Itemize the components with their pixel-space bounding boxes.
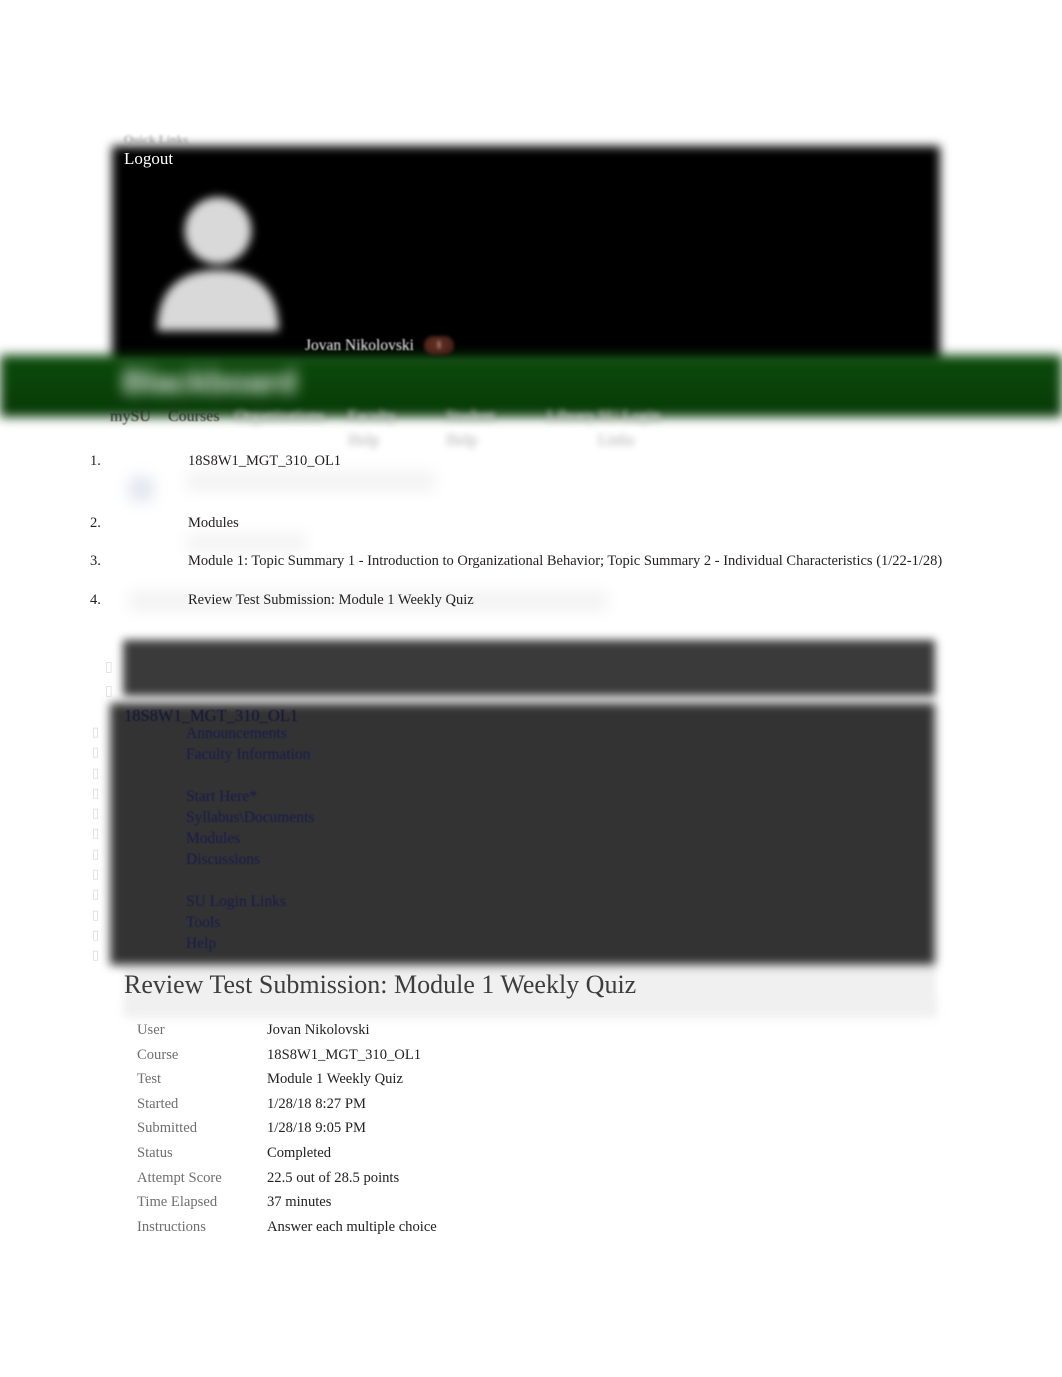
menu-link-announcements[interactable]: Announcements (186, 723, 314, 744)
detail-label: Time Elapsed (137, 1194, 218, 1211)
page-title: Review Test Submission: Module 1 Weekly … (124, 970, 637, 999)
course-menu-header-icons: ▯ ▯ (105, 655, 113, 703)
breadcrumb-label[interactable]: 18S8W1_MGT_310_OL1 (90, 452, 970, 472)
menu-bullet-icon: ▯ (92, 785, 100, 801)
quick-links-strip: Quick Links Logout (124, 133, 424, 169)
nav-item-library[interactable]: Library (547, 405, 603, 429)
logout-link[interactable]: Logout (124, 149, 173, 168)
table-row: Instructions Answer each multiple choice (137, 1215, 437, 1240)
global-nav: mySU Courses Organizations Faculty Help … (110, 405, 760, 453)
detail-label: Attempt Score (137, 1169, 222, 1186)
detail-label: User (137, 1022, 165, 1038)
breadcrumb-number: 4. (90, 591, 101, 608)
detail-label: Submitted (137, 1120, 197, 1137)
breadcrumb-label[interactable]: Module 1: Topic Summary 1 - Introduction… (90, 552, 970, 572)
menu-bullet-icon: ▯ (92, 948, 100, 964)
detail-value: Module 1 Weekly Quiz (267, 1071, 403, 1088)
nav-item-student-help[interactable]: Student Help (446, 405, 518, 453)
table-row: Course 18S8W1_MGT_310_OL1 (137, 1043, 437, 1068)
menu-refresh-icon[interactable]: ▯ (105, 679, 113, 703)
menu-bullet-icon: ▯ (92, 867, 100, 883)
menu-link-help[interactable]: Help (186, 933, 314, 954)
menu-bullet-icon: ▯ (92, 927, 100, 943)
detail-value: 18S8W1_MGT_310_OL1 (267, 1046, 422, 1063)
table-row: Time Elapsed 37 minutes (137, 1190, 437, 1215)
menu-bullet-icon: ▯ (92, 826, 100, 842)
menu-bullet-icon: ▯ (92, 806, 100, 822)
menu-toggle-icon[interactable]: ▯ (105, 655, 113, 679)
table-row: Test Module 1 Weekly Quiz (137, 1067, 437, 1092)
blackboard-logo: Blackboard (122, 363, 297, 400)
submission-details-table: User Jovan Nikolovski Course 18S8W1_MGT_… (137, 1018, 437, 1239)
table-row: Started 1/28/18 8:27 PM (137, 1092, 437, 1117)
table-row: Attempt Score 22.5 out of 28.5 points (137, 1166, 437, 1191)
detail-label: Test (137, 1071, 162, 1088)
breadcrumb-label[interactable]: Review Test Submission: Module 1 Weekly … (90, 591, 970, 611)
course-menu-links: Announcements Faculty Information Start … (186, 723, 314, 954)
menu-link-tools[interactable]: Tools (186, 912, 314, 933)
table-row: User Jovan Nikolovski (137, 1018, 437, 1043)
detail-value: Jovan Nikolovski (267, 1022, 370, 1038)
detail-value: 1/28/18 9:05 PM (267, 1120, 366, 1137)
detail-label: Status (137, 1144, 173, 1161)
breadcrumb-item[interactable]: 4. Review Test Submission: Module 1 Week… (90, 591, 970, 611)
menu-bullet-icon: ▯ (92, 887, 100, 903)
user-avatar-icon (139, 185, 297, 337)
table-row: Submitted 1/28/18 9:05 PM (137, 1116, 437, 1141)
detail-value: 37 minutes (267, 1194, 332, 1211)
menu-bullet-icon: ▯ (92, 725, 100, 740)
breadcrumb-item[interactable]: 1. 18S8W1_MGT_310_OL1 (90, 452, 970, 472)
nav-item-su-login-links[interactable]: SU Login Links (598, 405, 698, 453)
quick-links-label: Quick Links (124, 133, 189, 147)
notification-badge[interactable]: 1 (424, 336, 454, 355)
breadcrumb-item[interactable]: 3. Module 1: Topic Summary 1 - Introduct… (90, 552, 970, 572)
menu-link-discussions[interactable]: Discussions (186, 849, 314, 870)
menu-bullet-icon: ▯ (92, 765, 100, 781)
menu-bullet-icon: ▯ (92, 745, 100, 761)
detail-value: Answer each multiple choice (267, 1218, 437, 1235)
breadcrumb-number: 1. (90, 453, 101, 469)
menu-bullet-icon: ▯ (92, 846, 100, 862)
table-row: Status Completed (137, 1141, 437, 1166)
detail-label: Course (137, 1046, 179, 1063)
detail-value: 1/28/18 8:27 PM (267, 1095, 366, 1112)
attempt-score-value: 22.5 out of 28.5 points (267, 1169, 400, 1186)
breadcrumb: 1. 18S8W1_MGT_310_OL1 2. Modules 3. Modu… (90, 452, 970, 610)
user-name: Jovan Nikolovski (305, 337, 414, 354)
detail-label: Instructions (137, 1218, 206, 1235)
menu-link-syllabus-documents[interactable]: Syllabus\Documents (186, 807, 314, 828)
breadcrumb-item[interactable]: 2. Modules (90, 514, 970, 534)
menu-link-faculty-information[interactable]: Faculty Information (186, 744, 314, 765)
breadcrumb-number: 2. (90, 514, 101, 531)
nav-item-faculty-help[interactable]: Faculty Help (348, 405, 416, 453)
nav-item-organizations[interactable]: Organizations (235, 405, 324, 429)
menu-link-start-here[interactable]: Start Here* (186, 786, 314, 807)
course-menu-bullet-column: ▯ ▯ ▯ ▯ ▯ ▯ ▯ ▯ ▯ ▯ ▯ ▯ (92, 723, 99, 967)
menu-divider (186, 870, 314, 891)
menu-bullet-icon: ▯ (92, 907, 100, 923)
nav-item-courses[interactable]: Courses (168, 405, 224, 429)
menu-divider (186, 765, 314, 786)
menu-link-su-login-links[interactable]: SU Login Links (186, 891, 314, 912)
detail-label: Started (137, 1095, 179, 1112)
menu-link-modules[interactable]: Modules (186, 828, 314, 849)
course-menu-header-strip (123, 640, 935, 696)
breadcrumb-number: 3. (90, 553, 101, 569)
breadcrumb-label[interactable]: Modules (90, 514, 970, 534)
nav-item-mysu[interactable]: mySU (110, 405, 170, 429)
status-badge: Completed (267, 1144, 332, 1161)
